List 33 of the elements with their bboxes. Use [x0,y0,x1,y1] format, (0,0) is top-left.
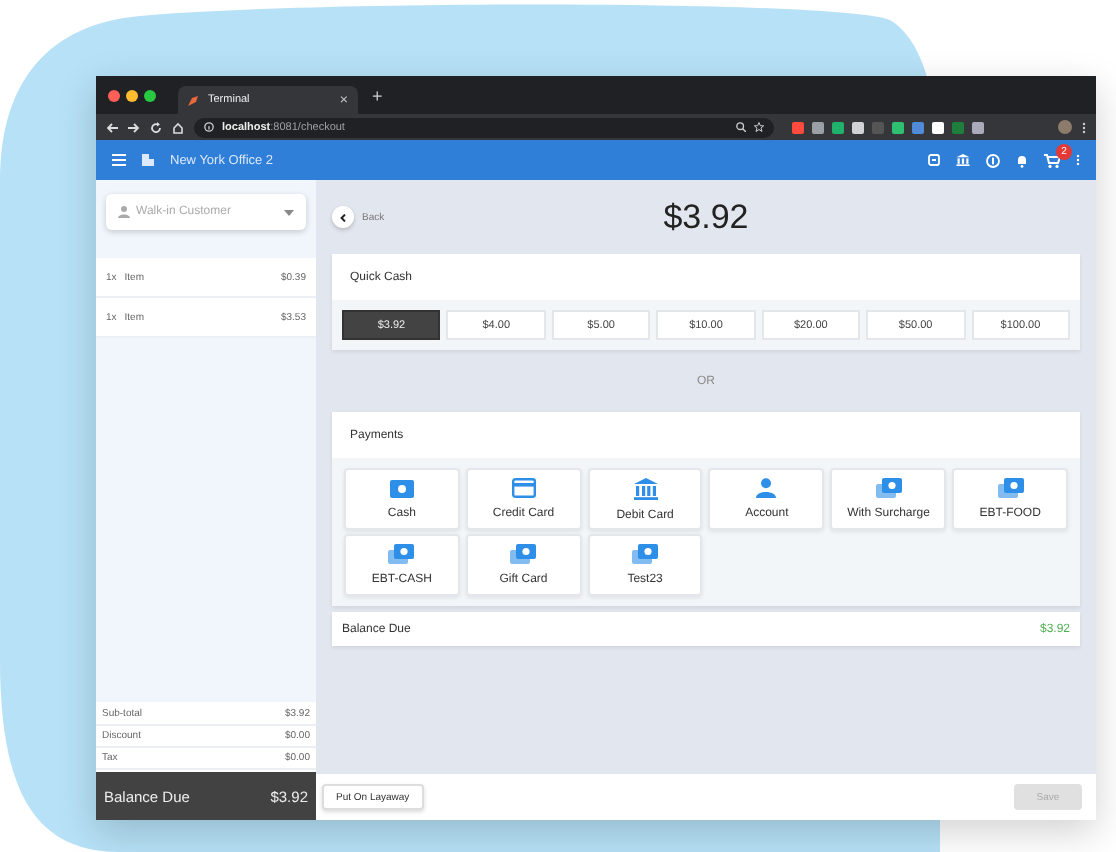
store-icon [142,154,154,166]
zoom-icon[interactable] [736,122,746,132]
forward-arrow-icon[interactable] [128,121,140,133]
total-amount: $3.92 [663,197,749,235]
new-tab-button[interactable]: + [372,85,383,105]
back-arrow-icon[interactable] [106,121,118,133]
chevron-left-icon [340,213,346,221]
cash-stack-icon [510,544,537,564]
bell-icon[interactable] [1016,153,1028,167]
bank-icon[interactable] [956,154,970,166]
caret-icon [284,209,294,215]
cash-stack-icon [388,544,415,564]
cash-stack-icon [632,544,659,564]
avatar-icon[interactable] [1058,120,1072,134]
person-icon [756,478,777,498]
credit-card-icon [511,478,536,498]
info-icon [204,122,214,132]
cash-stack-icon [997,478,1024,498]
person-icon [118,206,130,218]
close-window-icon[interactable] [108,89,120,101]
star-icon[interactable] [754,122,764,132]
receipt-icon[interactable] [928,154,940,166]
cart-icon[interactable] [1044,153,1060,167]
bank-icon [633,477,658,499]
tab-favicon-icon [188,95,198,105]
dollar-icon[interactable] [986,153,1000,167]
menu-icon[interactable] [112,154,126,166]
home-icon[interactable] [172,121,184,133]
cash-stack-icon [875,478,902,498]
reload-icon[interactable] [150,121,162,133]
maximize-window-icon[interactable] [144,89,156,101]
minimize-window-icon[interactable] [126,89,138,101]
cash-icon [389,479,414,497]
